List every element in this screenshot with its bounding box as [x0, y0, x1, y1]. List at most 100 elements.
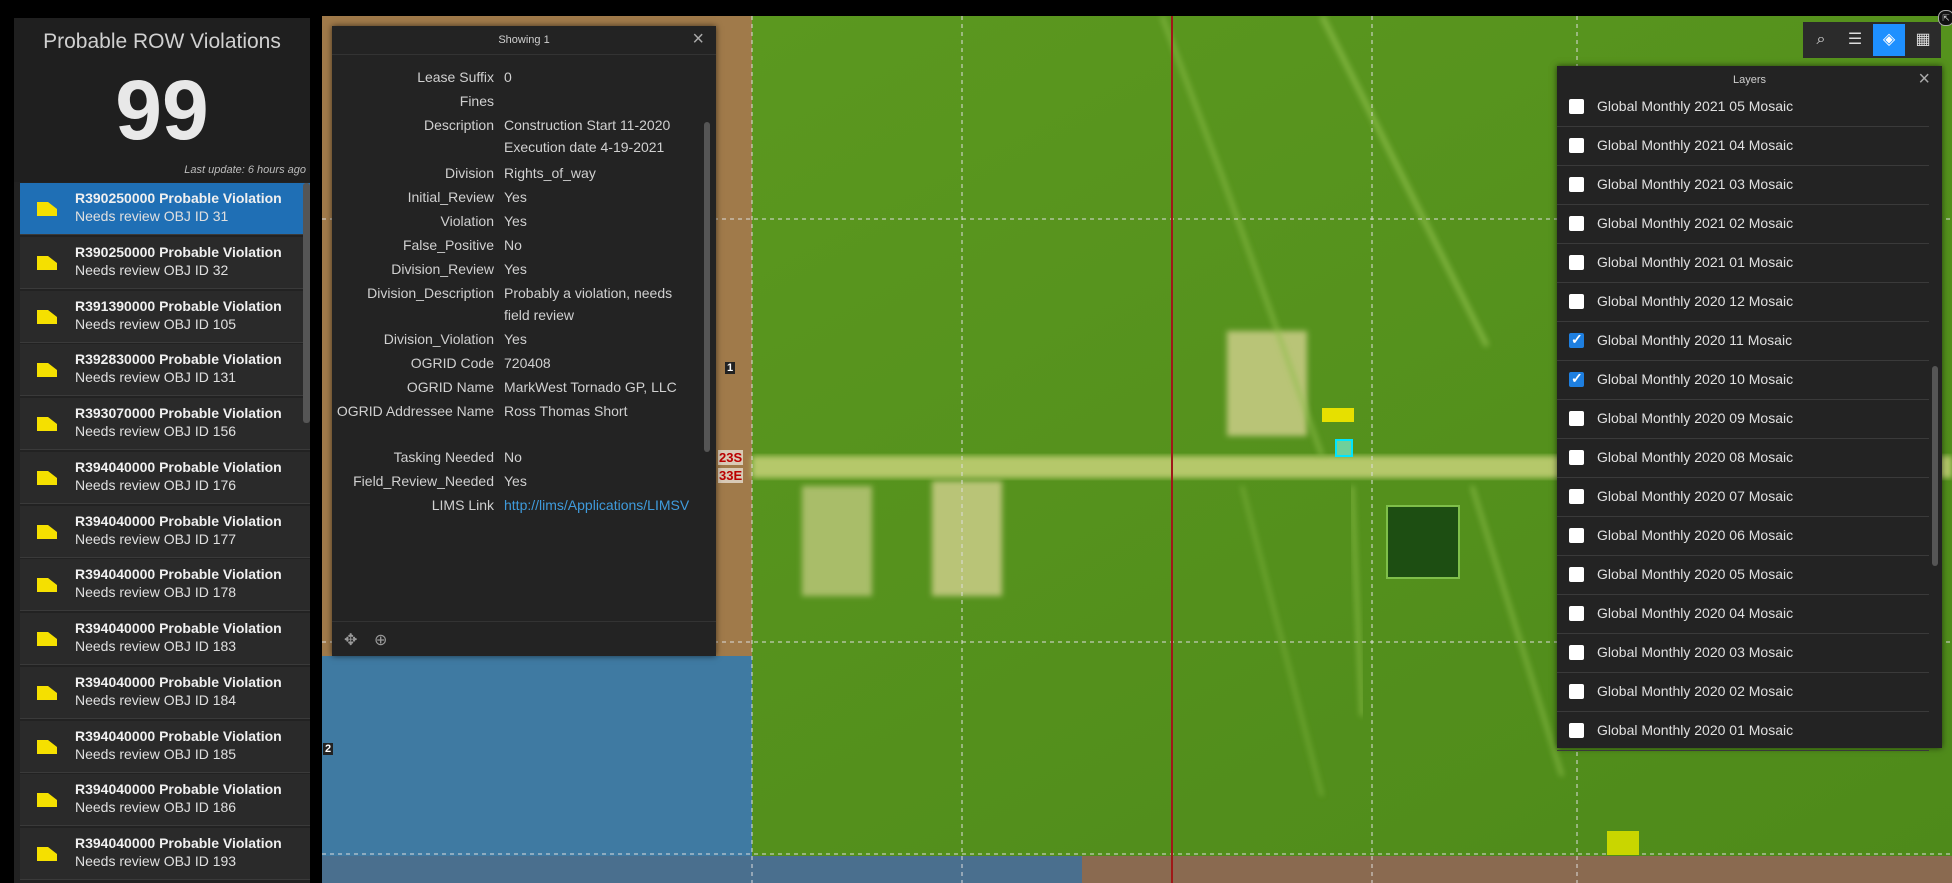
list-item[interactable]: R394040000 Probable Violation Needs revie… — [20, 451, 310, 504]
layer-item[interactable]: Global Monthly 2020 04 Mosaic — [1557, 595, 1929, 634]
list-item-title: R393070000 Probable Violation — [75, 405, 282, 421]
list-item[interactable]: R392830000 Probable Violation Needs revie… — [20, 344, 310, 397]
list-item-title: R391390000 Probable Violation — [75, 297, 282, 314]
list-item[interactable]: R391390000 Probable Violation Needs revie… — [20, 290, 310, 343]
polygon-icon — [37, 202, 57, 216]
layer-label: Global Monthly 2020 06 Mosaic — [1597, 527, 1794, 543]
layer-item[interactable]: Global Monthly 2020 02 Mosaic — [1557, 673, 1929, 712]
violation-marker[interactable] — [1322, 408, 1354, 422]
layers-scrollbar[interactable] — [1932, 366, 1938, 566]
attribute-key: Description — [423, 117, 494, 133]
list-item[interactable]: R394040000 Probable Violation Needs revie… — [20, 828, 310, 880]
list-item-subtitle: Needs review OBJ ID 185 — [75, 745, 237, 762]
attribute-value: No — [504, 449, 522, 465]
layer-checkbox[interactable] — [1569, 294, 1584, 309]
attribute-key: OGRID Addressee Name — [336, 403, 494, 419]
layer-item[interactable]: Global Monthly 2020 09 Mosaic — [1557, 400, 1929, 439]
layer-checkbox[interactable] — [1569, 255, 1584, 270]
attribute-key: Tasking Needed — [393, 449, 494, 465]
expand-icon[interactable]: ⇱ — [1938, 10, 1952, 26]
attribute-value: Construction Start 11-2020 Execution dat… — [504, 117, 671, 155]
list-scrollbar[interactable] — [303, 183, 310, 423]
layer-checkbox[interactable] — [1569, 567, 1584, 582]
layer-label: Global Monthly 2021 04 Mosaic — [1597, 137, 1794, 153]
attribute-value: Yes — [504, 189, 527, 205]
attribute-value: MarkWest Tornado GP, LLC — [504, 379, 677, 395]
popup-header: Showing 1 × — [332, 26, 716, 55]
list-item-subtitle: Needs review OBJ ID 176 — [75, 476, 237, 493]
layer-checkbox[interactable] — [1569, 138, 1584, 153]
close-icon[interactable]: × — [692, 28, 704, 51]
layer-item[interactable]: Global Monthly 2020 11 Mosaic — [1557, 322, 1929, 361]
list-item[interactable]: R394040000 Probable Violation Needs revie… — [20, 613, 310, 665]
layer-item[interactable]: Global Monthly 2020 01 Mosaic — [1557, 712, 1929, 751]
list-item[interactable]: R394040000 Probable Violation Needs revie… — [20, 666, 310, 719]
attribute-value: Yes — [504, 331, 527, 347]
layer-label: Global Monthly 2020 12 Mosaic — [1597, 293, 1794, 309]
selected-feature-marker[interactable] — [1335, 439, 1353, 457]
search-icon[interactable]: ⌕ — [1805, 24, 1837, 56]
layer-item[interactable]: Global Monthly 2020 06 Mosaic — [1557, 517, 1929, 556]
list-item[interactable]: R394040000 Probable Violation Needs revie… — [20, 559, 310, 612]
attribute-value: Yes — [504, 261, 527, 277]
layer-item[interactable]: Global Monthly 2021 01 Mosaic — [1557, 244, 1929, 283]
legend-icon[interactable]: ☰ — [1839, 24, 1871, 56]
layer-checkbox[interactable] — [1569, 450, 1584, 465]
list-item-title: R394040000 Probable Violation — [75, 781, 282, 798]
list-item[interactable]: R390250000 Probable Violation Needs revie… — [20, 236, 310, 289]
layer-checkbox[interactable] — [1569, 684, 1584, 699]
polygon-icon — [37, 685, 57, 700]
layer-item[interactable]: Global Monthly 2020 08 Mosaic — [1557, 439, 1929, 478]
list-item-subtitle: Needs review OBJ ID 186 — [75, 799, 237, 816]
layer-item[interactable]: Global Monthly 2021 03 Mosaic — [1557, 166, 1929, 205]
layer-label: Global Monthly 2020 08 Mosaic — [1597, 449, 1794, 465]
layer-item[interactable]: Global Monthly 2020 03 Mosaic — [1557, 634, 1929, 673]
layer-item[interactable]: Global Monthly 2020 07 Mosaic — [1557, 478, 1929, 517]
layer-item[interactable]: Global Monthly 2020 10 Mosaic — [1557, 361, 1929, 400]
layer-item[interactable]: Global Monthly 2020 05 Mosaic — [1557, 556, 1929, 595]
layer-checkbox[interactable] — [1569, 177, 1584, 192]
layer-checkbox[interactable] — [1569, 411, 1584, 426]
layers-icon[interactable]: ◈ — [1873, 24, 1905, 56]
layer-checkbox[interactable] — [1569, 99, 1584, 114]
list-item[interactable]: R394040000 Probable Violation Needs revie… — [20, 774, 310, 827]
popup-scrollbar[interactable] — [704, 122, 710, 452]
layer-label: Global Monthly 2020 07 Mosaic — [1597, 488, 1794, 504]
layer-checkbox[interactable] — [1569, 606, 1584, 621]
indicator-title: Probable ROW Violations — [43, 30, 281, 53]
layer-item[interactable]: Global Monthly 2021 04 Mosaic — [1557, 127, 1929, 166]
layer-item[interactable]: Global Monthly 2020 12 Mosaic — [1557, 283, 1929, 322]
attribute-key: Division_Description — [367, 285, 494, 301]
list-item[interactable]: R394040000 Probable Violation Needs revie… — [20, 720, 310, 773]
layer-label: Global Monthly 2021 03 Mosaic — [1597, 176, 1794, 192]
layer-label: Global Monthly 2020 02 Mosaic — [1597, 683, 1794, 699]
list-item[interactable]: R393070000 Probable Violation Needs revie… — [20, 398, 310, 450]
layer-checkbox[interactable] — [1569, 331, 1584, 348]
layer-checkbox[interactable] — [1569, 216, 1584, 231]
list-item[interactable]: R390250000 Probable Violation Needs revie… — [20, 183, 310, 235]
list-item-title: R394040000 Probable Violation — [75, 727, 282, 744]
layer-item[interactable]: Global Monthly 2021 05 Mosaic — [1557, 88, 1929, 127]
zoom-to-icon[interactable]: ⊕ — [374, 630, 387, 650]
layer-label: Global Monthly 2021 01 Mosaic — [1597, 254, 1794, 270]
layer-checkbox[interactable] — [1569, 489, 1584, 504]
layer-checkbox[interactable] — [1569, 723, 1584, 738]
attribute-value: Probably a violation, needs field review — [504, 285, 673, 323]
list-item-text: R394040000 Probable Violation Needs revie… — [75, 619, 282, 655]
map-toolbar: ⌕ ☰ ◈ ▦ — [1803, 22, 1941, 58]
layer-label: Global Monthly 2020 04 Mosaic — [1597, 605, 1794, 621]
basemap-icon[interactable]: ▦ — [1907, 24, 1939, 56]
attribute-key: LIMS Link — [431, 497, 494, 513]
polygon-icon — [37, 739, 57, 754]
pan-icon[interactable]: ✥ — [344, 630, 357, 650]
lims-link[interactable]: http://lims/Applications/LIMSV — [504, 494, 700, 516]
list-item-text: R394040000 Probable Violation Needs revie… — [75, 780, 282, 816]
layer-checkbox[interactable] — [1569, 645, 1584, 660]
list-item-title: R394040000 Probable Violation — [75, 512, 282, 529]
violation-marker[interactable] — [1607, 831, 1639, 855]
list-item[interactable]: R394040000 Probable Violation Needs revie… — [20, 505, 310, 558]
list-item-text: R393070000 Probable Violation Needs revie… — [75, 404, 282, 440]
layer-checkbox[interactable] — [1569, 528, 1584, 543]
layer-item[interactable]: Global Monthly 2021 02 Mosaic — [1557, 205, 1929, 244]
layer-checkbox[interactable] — [1569, 370, 1584, 387]
